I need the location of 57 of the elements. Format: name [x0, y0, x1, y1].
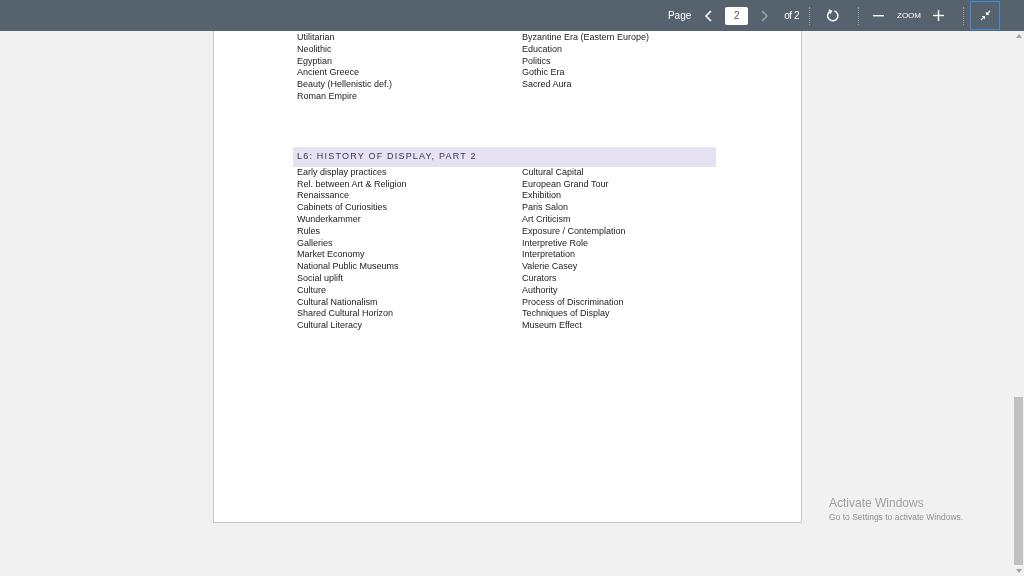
- list-item: Egyptian: [297, 55, 334, 68]
- list-item: Early display practices: [297, 166, 388, 179]
- list-item: Ancient Greece: [297, 67, 361, 80]
- zoom-label: ZOOM: [897, 9, 921, 22]
- activation-subtitle: Go to Settings to activate Windows.: [829, 511, 964, 523]
- list-item: Cultural Literacy: [297, 320, 364, 332]
- list-item: Paris Salon: [522, 202, 570, 214]
- list-item: Valerie Casey: [522, 261, 579, 273]
- list-item: Beauty (Hellenistic def.): [297, 79, 394, 91]
- rotate-button[interactable]: [824, 7, 840, 24]
- activation-title: Activate Windows: [829, 495, 925, 511]
- list-item: Gothic Era: [522, 67, 566, 80]
- list-item: National Public Museums: [297, 261, 400, 273]
- list-item: Politics: [522, 55, 552, 68]
- scrollbar-thumb[interactable]: [1014, 397, 1023, 565]
- page-total: of 2: [784, 9, 799, 23]
- rotate-icon: [825, 9, 839, 22]
- list-item: Galleries: [297, 237, 334, 250]
- list-item: Wunderkammer: [297, 213, 362, 226]
- list-item: European Grand Tour: [522, 178, 610, 191]
- list-item: Interpretation: [522, 249, 577, 262]
- list-item: Cabinets of Curiosities: [297, 202, 389, 214]
- section-heading: L6: HISTORY OF DISPLAY, PART 2: [293, 146, 716, 167]
- list-item: Cultural Capital: [522, 166, 585, 179]
- list-item: Rel. between Art & Religion: [297, 178, 408, 191]
- list-item: Byzantine Era (Eastern Europe): [522, 32, 650, 44]
- page-label: Page: [667, 9, 692, 23]
- list-item: Neolithic: [297, 43, 333, 56]
- list-item: Curators: [522, 272, 558, 285]
- list-item: Exposure / Contemplation: [522, 225, 626, 238]
- list-item: Rules: [297, 225, 321, 238]
- list-item: Process of Discrimination: [522, 296, 625, 309]
- list-item: Cultural Nationalism: [297, 296, 379, 309]
- list-item: Techniques of Display: [522, 308, 611, 321]
- plus-icon: [933, 10, 944, 21]
- list-item: Exhibition: [522, 190, 563, 203]
- scroll-down-icon: [1015, 569, 1022, 573]
- list-item: Museum Effect: [522, 320, 583, 332]
- list-item: Education: [522, 43, 564, 56]
- chevron-left-icon: [704, 9, 715, 22]
- list-item: Sacred Aura: [522, 79, 573, 91]
- scroll-up-icon: [1015, 34, 1022, 38]
- list-item: Art Criticism: [522, 213, 572, 226]
- minus-icon: [873, 14, 884, 17]
- zoom-in-button[interactable]: [933, 9, 945, 22]
- chevron-right-icon: [759, 9, 770, 22]
- page-number-field[interactable]: 2: [725, 6, 749, 25]
- list-item: Shared Cultural Horizon: [297, 308, 395, 321]
- list-item: Authority: [522, 284, 559, 297]
- list-item: Social uplift: [297, 272, 345, 285]
- list-item: Utilitarian: [297, 32, 336, 44]
- list-item: Roman Empire: [297, 91, 359, 103]
- list-item: Renaissance: [297, 190, 351, 203]
- collapse-icon: [979, 10, 991, 21]
- list-item: Interpretive Role: [522, 237, 590, 250]
- list-item: Culture: [297, 284, 327, 297]
- list-item: Market Economy: [297, 249, 366, 262]
